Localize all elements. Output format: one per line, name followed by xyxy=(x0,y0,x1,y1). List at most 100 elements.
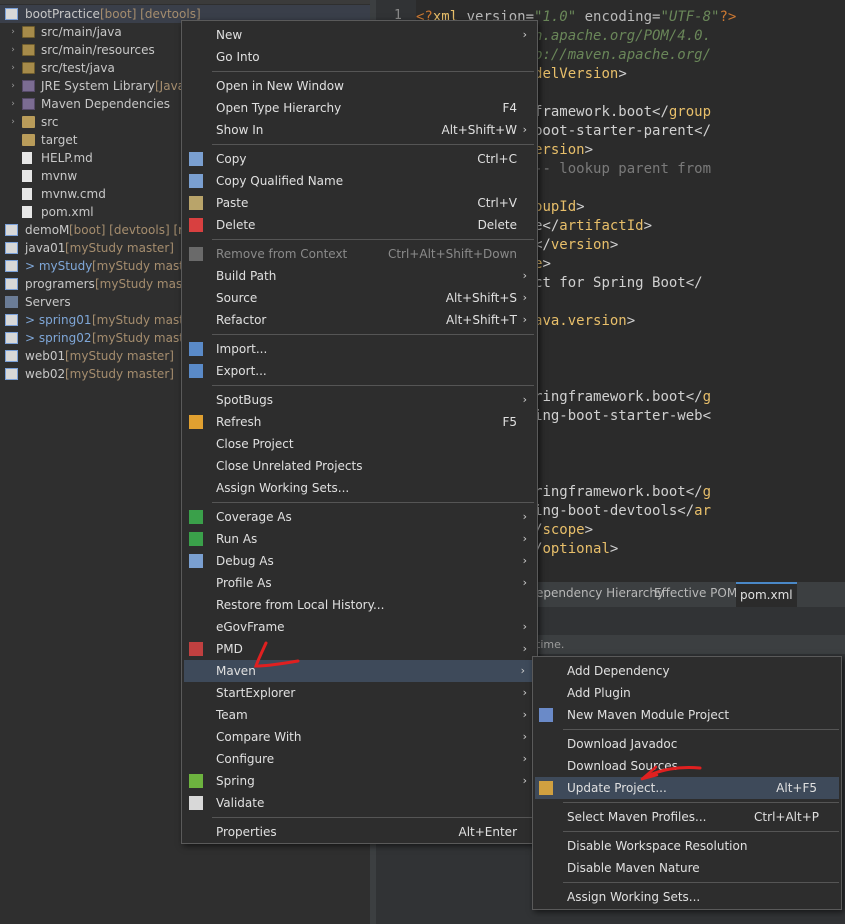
code-token: > xyxy=(626,313,636,329)
folder-icon xyxy=(22,44,35,56)
code-token: > xyxy=(542,256,551,272)
maven-module-icon xyxy=(539,708,553,722)
menu-item-close-project[interactable]: Close Project xyxy=(182,433,537,455)
code-token: g xyxy=(702,389,712,405)
menu-item-open-type-hierarchy[interactable]: Open Type Hierarchy F4 xyxy=(182,97,537,119)
menu-item-pmd[interactable]: PMD › xyxy=(182,638,537,660)
file-icon xyxy=(22,170,32,182)
chevron-right-icon[interactable]: › xyxy=(8,95,18,113)
chevron-right-icon[interactable]: › xyxy=(8,59,18,77)
menu-item-import[interactable]: Import... xyxy=(182,338,537,360)
menu-item-label: Download Javadoc xyxy=(567,737,678,751)
menu-item-properties[interactable]: Properties Alt+Enter xyxy=(182,821,537,843)
remove-context-icon xyxy=(189,247,203,261)
menu-item-profile-as[interactable]: Profile As › xyxy=(182,572,537,594)
menu-item-disable-maven-nature[interactable]: Disable Maven Nature xyxy=(533,857,841,879)
menu-item-paste[interactable]: Paste Ctrl+V xyxy=(182,192,537,214)
menu-item-label: Run As xyxy=(216,532,258,546)
tree-item-decoration: [boot] [devtools] [my xyxy=(69,223,197,237)
chevron-right-icon[interactable]: › xyxy=(8,41,18,59)
menu-item-maven[interactable]: Maven › xyxy=(184,660,535,682)
menu-item-new-maven-module-project[interactable]: New Maven Module Project xyxy=(533,704,841,726)
chevron-right-icon: › xyxy=(522,532,527,545)
menu-item-refresh[interactable]: Refresh F5 xyxy=(182,411,537,433)
menu-item-download-javadoc[interactable]: Download Javadoc xyxy=(533,733,841,755)
project-icon xyxy=(5,332,18,344)
menu-item-show-in[interactable]: Show In Alt+Shift+W › xyxy=(182,119,537,141)
menu-item-add-dependency[interactable]: Add Dependency xyxy=(533,660,841,682)
menu-item-spotbugs[interactable]: SpotBugs › xyxy=(182,389,537,411)
menu-item-restore-from-local-history[interactable]: Restore from Local History... xyxy=(182,594,537,616)
tab-pom-xml[interactable]: pom.xml xyxy=(736,582,797,607)
menu-item-copy-qualified-name[interactable]: Copy Qualified Name xyxy=(182,170,537,192)
menu-item-delete[interactable]: Delete Delete xyxy=(182,214,537,236)
tree-item-label: demoM xyxy=(25,223,70,237)
menu-item-validate[interactable]: Validate xyxy=(182,792,537,814)
chevron-right-icon: › xyxy=(522,620,527,633)
menu-item-build-path[interactable]: Build Path › xyxy=(182,265,537,287)
menu-item-shortcut: Alt+Enter xyxy=(458,825,517,839)
menu-separator xyxy=(212,817,534,818)
menu-item-update-project[interactable]: Update Project... Alt+F5 xyxy=(535,777,839,799)
menu-item-select-maven-profiles[interactable]: Select Maven Profiles... Ctrl+Alt+P xyxy=(533,806,841,828)
tree-item-decoration: [myStudy master] xyxy=(65,241,174,255)
spring-icon xyxy=(189,774,203,788)
menu-item-refactor[interactable]: Refactor Alt+Shift+T › xyxy=(182,309,537,331)
chevron-right-icon[interactable]: › xyxy=(8,113,18,131)
menu-separator xyxy=(212,71,534,72)
tab-dependency-hierarchy[interactable]: ependency Hierarchy xyxy=(532,582,668,607)
library-icon xyxy=(22,80,35,92)
menu-item-run-as[interactable]: Run As › xyxy=(182,528,537,550)
tree-item-label: pom.xml xyxy=(41,205,94,219)
menu-item-label: SpotBugs xyxy=(216,393,273,407)
delete-icon xyxy=(189,218,203,232)
menu-item-assign-working-sets[interactable]: Assign Working Sets... xyxy=(182,477,537,499)
menu-item-label: Assign Working Sets... xyxy=(216,481,350,495)
menu-item-label: Restore from Local History... xyxy=(216,598,385,612)
project-icon xyxy=(5,314,18,326)
menu-item-copy[interactable]: Copy Ctrl+C xyxy=(182,148,537,170)
menu-item-source[interactable]: Source Alt+Shift+S › xyxy=(182,287,537,309)
tree-item-label: JRE System Library xyxy=(41,79,155,93)
menu-item-open-in-new-window[interactable]: Open in New Window xyxy=(182,75,537,97)
library-icon xyxy=(22,98,35,110)
server-icon xyxy=(5,296,18,308)
project-icon xyxy=(5,368,18,380)
menu-item-coverage-as[interactable]: Coverage As › xyxy=(182,506,537,528)
menu-item-compare-with[interactable]: Compare With › xyxy=(182,726,537,748)
code-token: "UTF-8" xyxy=(660,9,720,25)
menu-item-team[interactable]: Team › xyxy=(182,704,537,726)
menu-item-new[interactable]: New › xyxy=(182,24,537,46)
code-token: scope xyxy=(542,522,585,538)
code-token: ar xyxy=(694,503,712,519)
menu-item-label: eGovFrame xyxy=(216,620,285,634)
menu-item-label: Download Sources xyxy=(567,759,678,773)
tree-item-label: java01 xyxy=(25,241,66,255)
menu-item-export[interactable]: Export... xyxy=(182,360,537,382)
chevron-right-icon[interactable]: › xyxy=(8,23,18,41)
menu-item-shortcut: F4 xyxy=(502,101,517,115)
menu-item-egovframe[interactable]: eGovFrame › xyxy=(182,616,537,638)
chevron-right-icon[interactable]: › xyxy=(8,77,18,95)
run-icon xyxy=(189,532,203,546)
tab-effective-pom[interactable]: Effective POM xyxy=(650,582,741,607)
menu-item-startexplorer[interactable]: StartExplorer › xyxy=(182,682,537,704)
menu-item-label: Go Into xyxy=(216,50,260,64)
code-token: > xyxy=(584,142,594,158)
project-icon xyxy=(5,8,18,20)
menu-item-spring[interactable]: Spring › xyxy=(182,770,537,792)
code-token: <!-- lookup parent from xyxy=(517,161,712,177)
menu-item-configure[interactable]: Configure › xyxy=(182,748,537,770)
chevron-right-icon: › xyxy=(522,291,527,304)
menu-item-label: Delete xyxy=(216,218,256,232)
menu-item-add-plugin[interactable]: Add Plugin xyxy=(533,682,841,704)
code-token: optional xyxy=(542,541,610,557)
menu-item-download-sources[interactable]: Download Sources xyxy=(533,755,841,777)
menu-item-go-into[interactable]: Go Into xyxy=(182,46,537,68)
menu-item-assign-working-sets[interactable]: Assign Working Sets... xyxy=(533,886,841,908)
menu-item-shortcut: Alt+Shift+W xyxy=(441,123,518,137)
menu-item-disable-workspace-resolution[interactable]: Disable Workspace Resolution xyxy=(533,835,841,857)
menu-item-label: Copy xyxy=(216,152,247,166)
menu-item-close-unrelated-projects[interactable]: Close Unrelated Projects xyxy=(182,455,537,477)
menu-item-debug-as[interactable]: Debug As › xyxy=(182,550,537,572)
